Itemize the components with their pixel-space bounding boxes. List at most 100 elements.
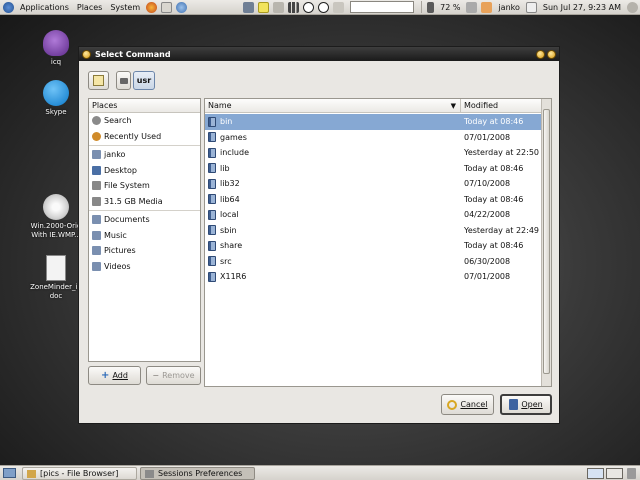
file-name: bin	[220, 117, 233, 127]
folder-icon	[208, 132, 216, 143]
place-search[interactable]: Search	[89, 113, 200, 129]
place-home[interactable]: janko	[89, 147, 200, 163]
minimize-button[interactable]	[536, 49, 545, 59]
place-label: Videos	[104, 261, 131, 271]
calendar-icon	[525, 1, 537, 13]
file-name-cell: src	[208, 254, 232, 270]
cancel-icon	[447, 399, 458, 410]
place-videos[interactable]: Videos	[89, 259, 200, 275]
column-header-modified[interactable]: Modified	[461, 99, 542, 112]
folder-icon	[92, 215, 101, 225]
place-desktop[interactable]: Desktop	[89, 163, 200, 179]
open-icon	[509, 399, 519, 410]
remove-bookmark-button[interactable]: − Remove	[146, 366, 201, 385]
user-name[interactable]: janko	[494, 3, 523, 12]
add-bookmark-button[interactable]: + Add	[88, 366, 141, 385]
column-header-name[interactable]: Name ▼	[205, 99, 461, 112]
file-row-include[interactable]: include Yesterday at 22:50	[205, 145, 542, 161]
places-sidebar: Places Search Recently Used janko Deskto…	[88, 98, 201, 362]
file-row-lib64[interactable]: lib64 Today at 08:46	[205, 192, 542, 208]
folder-icon	[208, 116, 216, 127]
folder-icon	[208, 163, 216, 174]
folder-icon	[92, 261, 101, 271]
help-launcher-icon[interactable]	[176, 1, 188, 13]
place-media[interactable]: 31.5 GB Media	[89, 194, 200, 210]
menu-system[interactable]: System	[106, 3, 144, 12]
file-row-share[interactable]: share Today at 08:46	[205, 238, 542, 254]
place-music[interactable]: Music	[89, 228, 200, 244]
places-header[interactable]: Places	[89, 99, 200, 113]
gnome-foot-icon[interactable]	[3, 1, 14, 13]
file-modified: 07/01/2008	[464, 132, 511, 142]
file-name-cell: share	[208, 238, 242, 254]
file-row-X11R6[interactable]: X11R6 07/01/2008	[205, 269, 542, 285]
place-label: Documents	[104, 215, 150, 225]
path-usr-button[interactable]: usr	[133, 71, 155, 90]
plus-icon: +	[101, 369, 110, 381]
task-sessions-preferences[interactable]: Sessions Preferences	[140, 467, 255, 480]
clipboard-icon[interactable]	[273, 1, 285, 13]
task-label: [pics - File Browser]	[40, 469, 119, 478]
place-label: Desktop	[104, 165, 137, 175]
close-button[interactable]	[547, 49, 556, 59]
place-pictures[interactable]: Pictures	[89, 243, 200, 259]
place-documents[interactable]: Documents	[89, 212, 200, 228]
desktop-icon	[92, 165, 101, 175]
eyes-icon	[303, 1, 315, 13]
trash-icon[interactable]	[627, 468, 636, 479]
file-list-header: Name ▼ Modified	[205, 99, 551, 113]
file-modified: 07/10/2008	[464, 179, 511, 189]
volume-icon[interactable]	[333, 1, 345, 13]
file-row-lib32[interactable]: lib32 07/10/2008	[205, 176, 542, 192]
edit-location-button[interactable]	[88, 71, 109, 90]
file-row-games[interactable]: games 07/01/2008	[205, 130, 542, 146]
shutdown-icon[interactable]	[627, 1, 638, 13]
file-row-sbin[interactable]: sbin Yesterday at 22:49	[205, 223, 542, 239]
menu-places[interactable]: Places	[73, 3, 106, 12]
file-name: X11R6	[220, 272, 247, 282]
file-name-cell: lib32	[208, 176, 240, 192]
clock[interactable]: Sun Jul 27, 9:23 AM	[539, 3, 625, 12]
workspace-2[interactable]	[606, 468, 623, 479]
menu-applications[interactable]: Applications	[16, 3, 73, 12]
file-name: sbin	[220, 225, 237, 235]
file-row-bin[interactable]: bin Today at 08:46	[205, 114, 542, 130]
network-icon[interactable]	[243, 1, 255, 13]
folder-icon	[208, 147, 216, 158]
battery-icon[interactable]	[427, 1, 435, 13]
search-input[interactable]	[350, 1, 415, 13]
open-button[interactable]: Open	[500, 394, 552, 415]
folder-icon	[208, 256, 216, 267]
mail-launcher-icon[interactable]	[161, 1, 173, 13]
skype-icon	[43, 80, 69, 106]
show-desktop-icon[interactable]	[3, 468, 16, 478]
place-recently-used[interactable]: Recently Used	[89, 129, 200, 145]
power-icon[interactable]	[466, 1, 478, 13]
file-name-cell: lib	[208, 161, 230, 177]
place-file-system[interactable]: File System	[89, 178, 200, 194]
file-row-local[interactable]: local 04/22/2008	[205, 207, 542, 223]
file-name-cell: bin	[208, 114, 232, 130]
task-file-browser[interactable]: [pics - File Browser]	[22, 467, 137, 480]
window-menu-icon[interactable]	[82, 49, 91, 59]
cancel-button[interactable]: Cancel	[441, 394, 494, 415]
file-name: lib32	[220, 179, 240, 189]
path-root-button[interactable]	[116, 71, 131, 90]
workspace-1[interactable]	[587, 468, 604, 479]
file-name: local	[220, 210, 239, 220]
firefox-launcher-icon[interactable]	[146, 1, 158, 13]
dialog-titlebar[interactable]: Select Command	[79, 47, 559, 61]
file-row-lib[interactable]: lib Today at 08:46	[205, 161, 542, 177]
sessions-icon	[145, 469, 154, 478]
scrollbar-thumb[interactable]	[543, 109, 550, 374]
notes-icon[interactable]	[258, 1, 270, 13]
remove-label: Remove	[162, 371, 195, 380]
harddisk-icon	[92, 181, 101, 191]
place-label: File System	[104, 181, 150, 191]
folder-icon	[208, 271, 216, 282]
file-modified: Today at 08:46	[464, 163, 524, 173]
minus-icon: −	[152, 371, 160, 380]
signal-strength-icon[interactable]	[288, 1, 300, 13]
file-list-scrollbar[interactable]	[541, 99, 551, 386]
file-row-src[interactable]: src 06/30/2008	[205, 254, 542, 270]
